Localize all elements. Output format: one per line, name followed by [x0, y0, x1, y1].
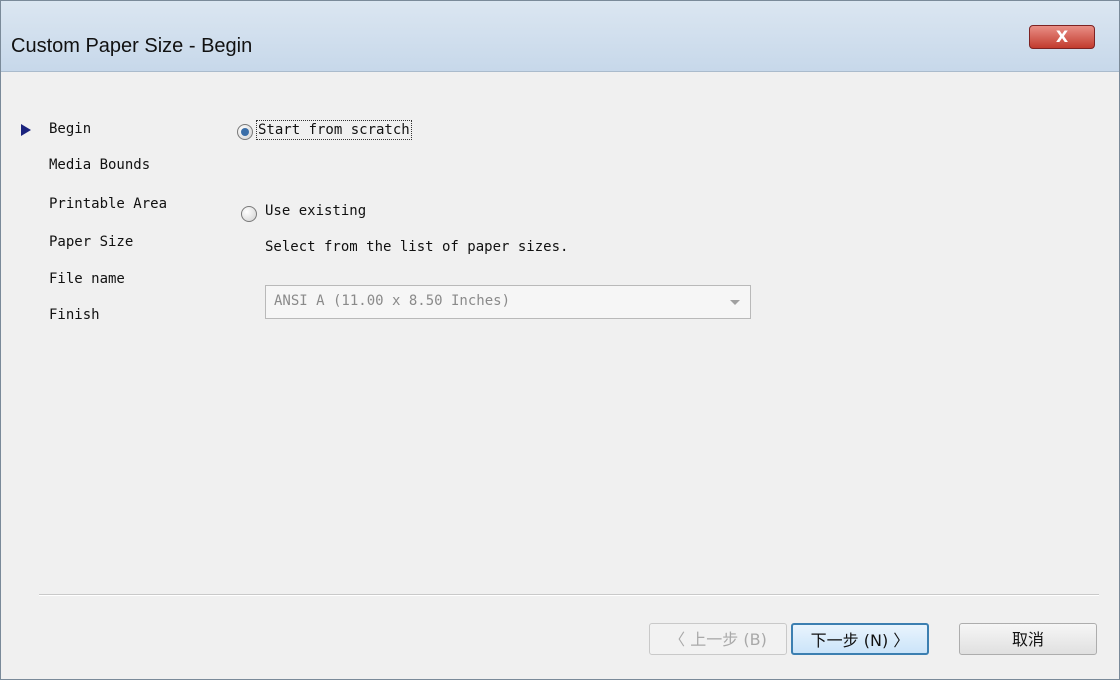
footer-divider — [39, 594, 1099, 596]
step-begin: Begin — [49, 121, 92, 137]
dialog-window: Custom Paper Size - Begin X Begin Media … — [0, 0, 1120, 680]
use-existing-label[interactable]: Use existing — [265, 203, 366, 219]
step-media-bounds: Media Bounds — [49, 157, 151, 173]
chevron-down-icon — [730, 300, 740, 305]
step-finish: Finish — [49, 307, 100, 323]
back-button[interactable]: 〈 上一步 (B) — [649, 623, 787, 655]
next-button[interactable]: 下一步 (N) 〉 — [791, 623, 929, 655]
paper-size-dropdown[interactable]: ANSI A (11.00 x 8.50 Inches) — [265, 285, 751, 319]
start-from-scratch-radio[interactable] — [237, 124, 253, 140]
dialog-body: Begin Media Bounds Printable Area Paper … — [1, 72, 1119, 679]
close-button[interactable]: X — [1029, 25, 1095, 49]
paper-size-value: ANSI A (11.00 x 8.50 Inches) — [274, 293, 511, 309]
step-file-name: File name — [49, 271, 125, 287]
start-from-scratch-label[interactable]: Start from scratch — [256, 120, 412, 140]
title-bar[interactable]: Custom Paper Size - Begin X — [1, 1, 1119, 72]
current-step-arrow-icon — [21, 124, 31, 136]
paper-list-hint: Select from the list of paper sizes. — [265, 239, 569, 255]
cancel-button[interactable]: 取消 — [959, 623, 1097, 655]
step-paper-size: Paper Size — [49, 234, 134, 250]
close-icon: X — [1055, 27, 1069, 46]
window-title: Custom Paper Size - Begin — [11, 35, 253, 57]
use-existing-radio[interactable] — [241, 206, 257, 222]
step-printable-area: Printable Area — [49, 196, 168, 212]
wizard-steps: Begin Media Bounds Printable Area Paper … — [1, 72, 261, 372]
